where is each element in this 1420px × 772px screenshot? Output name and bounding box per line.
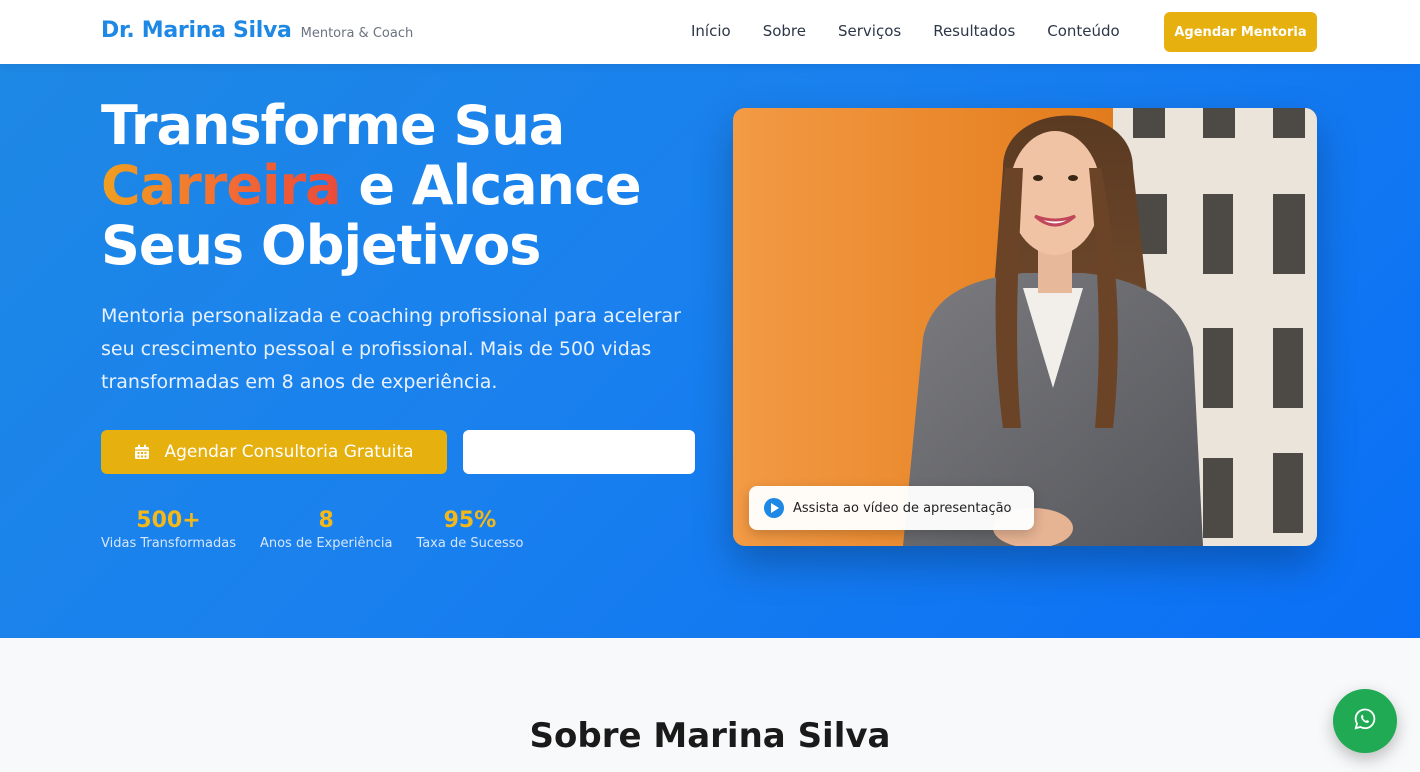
nav-link-conteudo[interactable]: Conteúdo <box>1047 22 1119 40</box>
nav-links: Início Sobre Serviços Resultados Conteúd… <box>691 22 1152 40</box>
brand-name[interactable]: Dr. Marina Silva <box>101 18 292 43</box>
about-title: Sobre Marina Silva <box>529 716 891 756</box>
hero-section: Transforme Sua Carreira e Alcance Seus O… <box>0 64 1420 638</box>
stat-value: 500+ <box>136 508 201 533</box>
top-navigation: Dr. Marina Silva Mentora & Coach Início … <box>0 0 1420 64</box>
watch-video-label: Assista ao vídeo de apresentação <box>793 500 1012 516</box>
stat-label: Vidas Transformadas <box>101 536 236 551</box>
stat-lives: 500+ Vidas Transformadas <box>101 508 236 551</box>
brand-tagline: Mentora & Coach <box>300 26 414 41</box>
hero-title: Transforme Sua Carreira e Alcance Seus O… <box>101 96 741 276</box>
nav-link-servicos[interactable]: Serviços <box>838 22 901 40</box>
hero-title-highlight: Carreira <box>101 154 342 217</box>
calendar-icon <box>134 444 150 460</box>
stat-label: Taxa de Sucesso <box>416 536 524 551</box>
whatsapp-button[interactable] <box>1333 689 1397 753</box>
mentor-photo: Assista ao vídeo de apresentação <box>733 108 1317 546</box>
stat-years: 8 Anos de Experiência <box>260 508 392 551</box>
play-icon <box>764 498 784 518</box>
nav-link-resultados[interactable]: Resultados <box>933 22 1015 40</box>
stats-row: 500+ Vidas Transformadas 8 Anos de Exper… <box>101 508 548 551</box>
hero-subtitle: Mentoria personalizada e coaching profis… <box>101 305 681 393</box>
about-section: Sobre Marina Silva <box>0 638 1420 772</box>
hero-title-line1: Transforme Sua <box>101 94 565 157</box>
schedule-free-consultation-label: Agendar Consultoria Gratuita <box>164 442 414 462</box>
hero-title-after-highlight: e Alcance <box>340 154 641 217</box>
schedule-mentoring-button[interactable]: Agendar Mentoria <box>1164 12 1317 52</box>
stat-success: 95% Taxa de Sucesso <box>416 508 523 551</box>
schedule-free-consultation-button[interactable]: Agendar Consultoria Gratuita <box>101 430 447 474</box>
brand[interactable]: Dr. Marina Silva Mentora & Coach <box>101 18 413 43</box>
stat-value: 95% <box>443 508 497 533</box>
nav-link-sobre[interactable]: Sobre <box>763 22 806 40</box>
watch-video-button[interactable]: Assista ao vídeo de apresentação <box>749 486 1034 530</box>
secondary-hero-button[interactable] <box>463 430 695 474</box>
stat-label: Anos de Experiência <box>259 536 393 551</box>
stat-value: 8 <box>318 508 334 533</box>
nav-link-inicio[interactable]: Início <box>691 22 731 40</box>
hero-title-line3: Seus Objetivos <box>101 214 541 277</box>
whatsapp-icon <box>1353 707 1377 736</box>
